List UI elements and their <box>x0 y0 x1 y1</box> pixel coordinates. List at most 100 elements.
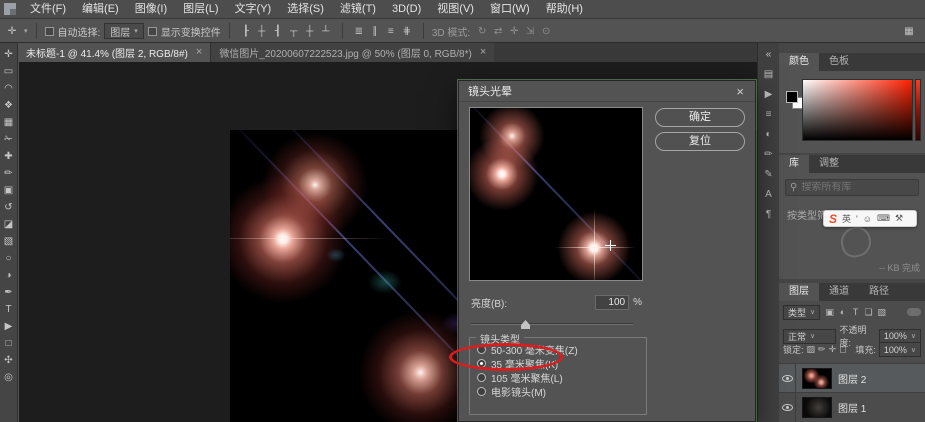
zoom-tool-icon[interactable]: ◎ <box>0 369 18 386</box>
path-select-tool-icon[interactable]: ▶ <box>0 318 18 335</box>
menu-item[interactable]: 窗口(W) <box>482 0 538 19</box>
blur-tool-icon[interactable]: ○ <box>0 250 18 267</box>
tab-adjustments[interactable]: 调整 <box>809 155 849 173</box>
ime-toolbox-icon[interactable]: ⚒ <box>895 213 903 224</box>
reset-button[interactable]: 复位 <box>655 132 745 151</box>
eraser-tool-icon[interactable]: ◪ <box>0 216 18 233</box>
radio-icon[interactable] <box>477 373 486 382</box>
pen-tool-icon[interactable]: ✒ <box>0 284 18 301</box>
distribute-vertical-icon[interactable]: ≣ <box>351 26 367 37</box>
align-to-selection-icon[interactable]: ⋕ <box>399 26 415 37</box>
layer-visibility-eye-icon[interactable] <box>782 375 793 382</box>
dialog-close-icon[interactable]: × <box>734 84 746 99</box>
dialog-title-bar[interactable]: 镜头光晕 × <box>459 81 755 102</box>
menu-item[interactable]: 文字(Y) <box>227 0 280 19</box>
align-v-center-icon[interactable]: ┼ <box>302 26 318 37</box>
layer-row-1[interactable]: 图层 1 <box>779 392 925 421</box>
align-top-icon[interactable]: ┬ <box>286 26 302 37</box>
foreground-color-chip[interactable] <box>786 91 798 103</box>
lock-all-icon[interactable]: ◻ <box>839 344 846 355</box>
character-panel-icon[interactable]: A <box>759 186 779 203</box>
3d-roll-icon[interactable]: ⇄ <box>490 26 506 37</box>
paragraph-panel-icon[interactable]: ¶ <box>759 206 779 223</box>
menu-item[interactable]: 编辑(E) <box>74 0 127 19</box>
collapse-panels-icon[interactable]: « <box>759 46 779 63</box>
type-tool-icon[interactable]: T <box>0 301 18 318</box>
tab-close-icon[interactable]: × <box>196 47 202 58</box>
filter-shape-layers-icon[interactable]: ❏ <box>862 307 875 318</box>
quick-selection-tool-icon[interactable]: ❖ <box>0 97 18 114</box>
brightness-value-field[interactable]: 100 <box>595 295 629 310</box>
eyedropper-tool-icon[interactable]: ✁ <box>0 131 18 148</box>
fill-dropdown[interactable]: 100% ∨ <box>879 342 921 357</box>
history-brush-tool-icon[interactable]: ↺ <box>0 199 18 216</box>
filter-smart-objects-icon[interactable]: ▧ <box>875 307 888 318</box>
hue-slider[interactable] <box>915 79 921 141</box>
menu-item[interactable]: 图层(L) <box>175 0 226 19</box>
actions-panel-icon[interactable]: ▶ <box>759 86 779 103</box>
distribute-spacing-icon[interactable]: ≡ <box>383 26 399 37</box>
align-h-center-icon[interactable]: ┼ <box>254 26 270 37</box>
tool-preset-caret-icon[interactable]: ▾ <box>24 27 28 35</box>
layer-name[interactable]: 图层 1 <box>838 400 866 415</box>
history-panel-icon[interactable]: ▤ <box>759 66 779 83</box>
3d-drag-icon[interactable]: ✛ <box>506 26 522 37</box>
auto-select-checkbox[interactable] <box>45 27 54 36</box>
radio-icon[interactable] <box>477 387 486 396</box>
3d-slide-icon[interactable]: ⇲ <box>522 26 538 37</box>
ime-keyboard-icon[interactable]: ⌨ <box>877 213 890 224</box>
color-saturation-field[interactable] <box>802 79 913 141</box>
dodge-tool-icon[interactable]: ◑ <box>0 267 18 284</box>
document-tab-wechat-image[interactable]: 微信图片_20200607222523.jpg @ 50% (图层 0, RGB… <box>210 43 494 62</box>
hand-tool-icon[interactable]: ✣ <box>0 352 18 369</box>
document-tab-untitled[interactable]: 未标题-1 @ 41.4% (图层 2, RGB/8#) × <box>18 43 210 62</box>
layer-kind-dropdown[interactable]: 类型 ∨ <box>783 305 820 320</box>
layer-row-2[interactable]: 图层 2 <box>779 363 925 392</box>
align-right-icon[interactable]: ┨ <box>270 26 286 37</box>
ime-english-mode-icon[interactable]: 英 <box>842 212 851 225</box>
move-tool-icon[interactable]: ✛ <box>0 46 18 63</box>
distribute-horizontal-icon[interactable]: ∥ <box>367 26 383 37</box>
slider-thumb[interactable] <box>521 320 530 329</box>
3d-rotate-icon[interactable]: ↻ <box>474 26 490 37</box>
tab-paths[interactable]: 路径 <box>859 283 899 301</box>
menu-item[interactable]: 3D(D) <box>384 0 429 19</box>
gradient-tool-icon[interactable]: ▧ <box>0 233 18 250</box>
layer-thumbnail[interactable] <box>802 397 832 418</box>
ime-emoji-icon[interactable]: ☺ <box>863 214 872 224</box>
tab-channels[interactable]: 通道 <box>819 283 859 301</box>
menu-item[interactable]: 滤镜(T) <box>332 0 384 19</box>
layer-name[interactable]: 图层 2 <box>838 371 866 386</box>
brightness-slider[interactable] <box>471 319 633 329</box>
search-input[interactable] <box>801 182 901 193</box>
lens-option-35mm-prime[interactable]: 35 毫米聚焦(K) <box>470 357 646 370</box>
menu-item[interactable]: 视图(V) <box>429 0 482 19</box>
lens-option-105mm-prime[interactable]: 105 毫米聚焦(L) <box>470 371 646 384</box>
library-search-box[interactable]: ⚲ <box>785 179 919 196</box>
clone-stamp-tool-icon[interactable]: ▣ <box>0 182 18 199</box>
layer-filter-toggle[interactable] <box>907 308 921 316</box>
adjustments-panel-icon[interactable]: ◐ <box>759 126 779 143</box>
marquee-tool-icon[interactable]: ▭ <box>0 63 18 80</box>
lock-position-icon[interactable]: ✛ <box>829 344 837 355</box>
healing-brush-tool-icon[interactable]: ✚ <box>0 148 18 165</box>
flare-preview[interactable] <box>469 107 643 281</box>
menu-item[interactable]: 选择(S) <box>279 0 332 19</box>
auto-select-dropdown[interactable]: 图层 ▾ <box>104 23 144 39</box>
radio-icon[interactable] <box>477 345 486 354</box>
tab-color[interactable]: 颜色 <box>779 53 819 71</box>
layer-thumbnail[interactable] <box>802 368 832 389</box>
clone-source-panel-icon[interactable]: ✎ <box>759 166 779 183</box>
show-transform-checkbox[interactable] <box>148 27 157 36</box>
ok-button[interactable]: 确定 <box>655 108 745 127</box>
shape-tool-icon[interactable]: □ <box>0 335 18 352</box>
brush-settings-panel-icon[interactable]: ✏ <box>759 146 779 163</box>
properties-panel-icon[interactable]: ≡ <box>759 106 779 123</box>
menu-item[interactable]: 图像(I) <box>127 0 175 19</box>
sogou-logo-icon[interactable]: S <box>829 212 837 226</box>
radio-selected-icon[interactable] <box>477 359 486 368</box>
filter-type-layers-icon[interactable]: T <box>849 307 862 318</box>
filter-adjustment-layers-icon[interactable]: ◐ <box>836 307 849 318</box>
ime-apostrophe-icon[interactable]: ' <box>856 214 858 224</box>
tab-layers[interactable]: 图层 <box>779 283 819 301</box>
